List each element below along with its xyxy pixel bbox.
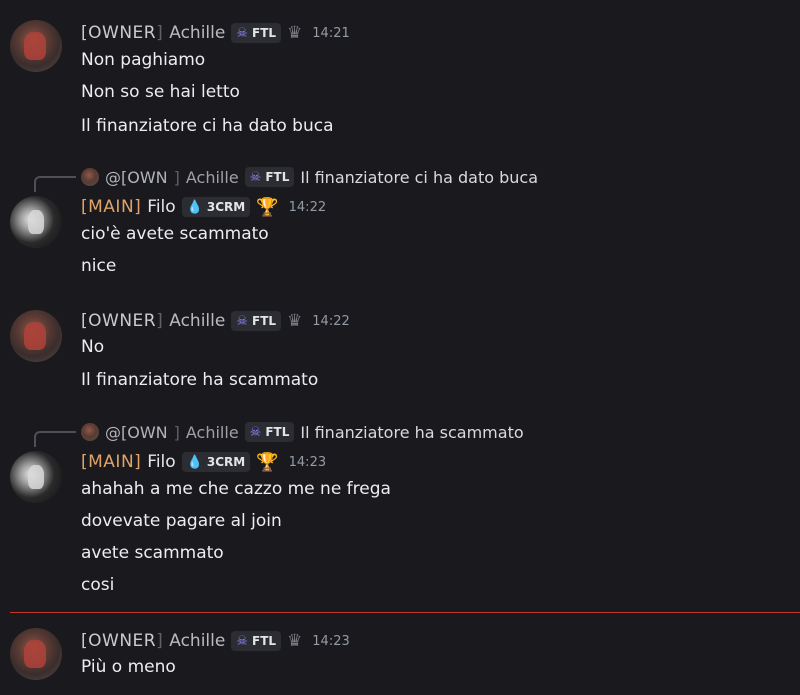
server-tag-badge[interactable]: ☠ FTL [231,631,282,651]
reply-spine [34,176,76,192]
role-tag: [OWNER] [81,631,164,651]
message-header: [OWNER] Achille ☠ FTL ♛ 14:21 [81,22,350,44]
skull-icon: ☠ [236,313,248,329]
server-tag-badge[interactable]: ☠ FTL [231,23,282,43]
skull-icon: ☠ [249,169,262,185]
username[interactable]: Filo [147,452,175,472]
timestamp: 14:23 [288,454,327,470]
message-text: nice [81,256,117,276]
skull-icon: ☠ [236,633,248,649]
trophy-icon: 🏆 [256,451,279,473]
username[interactable]: Filo [147,197,175,217]
username[interactable]: Achille [169,631,225,651]
message-text: Il finanziatore ha scammato [81,370,319,390]
server-tag-badge: ☠ FTL [244,422,295,442]
message-text: ahahah a me che cazzo me ne frega [81,479,391,499]
username[interactable]: Achille [169,23,225,43]
reply-preview[interactable]: @[OWN] Achille ☠ FTL Il finanziatore ci h… [81,166,538,188]
reply-avatar [81,168,99,186]
skull-icon: ☠ [249,424,262,440]
avatar[interactable] [10,20,62,72]
new-messages-divider [10,612,800,613]
crown-icon: ♛ [287,631,303,651]
role-tag: [OWNER] [81,311,164,331]
avatar[interactable] [10,451,62,503]
avatar[interactable] [10,628,62,680]
message-header: [OWNER] Achille ☠ FTL ♛ 14:22 [81,310,350,332]
message-text: cio'è avete scammato [81,224,269,244]
server-tag-badge[interactable]: 💧 3CRM [181,452,251,472]
reply-spine [34,431,76,447]
avatar[interactable] [10,310,62,362]
droplet-icon: 💧 [186,199,203,215]
username[interactable]: Achille [169,311,225,331]
trophy-icon: 🏆 [256,196,279,218]
message-text: Più o meno [81,657,176,677]
reply-avatar [81,423,99,441]
message-text: dovevate pagare al join [81,511,282,531]
message-text: Il finanziatore ci ha dato buca [81,116,334,136]
timestamp: 14:22 [288,199,327,215]
message-text: cosi [81,575,115,595]
message-header: [MAIN] Filo 💧 3CRM 🏆 14:22 [81,196,326,218]
avatar[interactable] [10,196,62,248]
crown-icon: ♛ [287,311,303,331]
role-tag: [MAIN] [81,197,142,217]
message-text: Non so se hai letto [81,82,240,102]
role-tag: [OWNER] [81,23,164,43]
droplet-icon: 💧 [186,454,203,470]
message-text: Non paghiamo [81,50,206,70]
server-tag-badge[interactable]: ☠ FTL [231,311,282,331]
role-tag: [MAIN] [81,452,142,472]
skull-icon: ☠ [236,25,248,41]
timestamp: 14:23 [312,633,350,649]
server-tag-badge: ☠ FTL [244,167,295,187]
timestamp: 14:22 [312,313,350,329]
crown-icon: ♛ [287,23,303,43]
server-tag-badge[interactable]: 💧 3CRM [181,197,251,217]
message-header: [OWNER] Achille ☠ FTL ♛ 14:23 [81,630,350,652]
message-text: avete scammato [81,543,224,563]
message-header: [MAIN] Filo 💧 3CRM 🏆 14:23 [81,451,326,473]
reply-preview[interactable]: @[OWN] Achille ☠ FTL Il finanziatore ha s… [81,421,524,443]
timestamp: 14:21 [312,25,350,41]
message-text: No [81,337,105,357]
